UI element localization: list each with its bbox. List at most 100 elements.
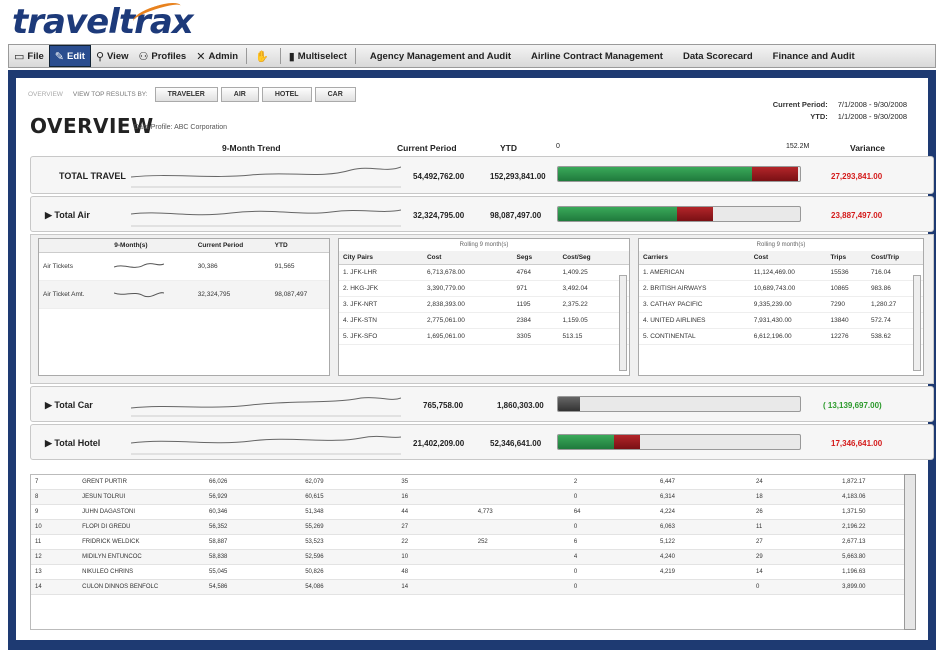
table-cell: 44	[397, 504, 474, 520]
table-cell: 6,314	[655, 489, 753, 505]
tab-hotel[interactable]: HOTEL	[261, 86, 312, 102]
table-cell: 12	[31, 549, 79, 565]
traveltrax-logo: traveltrax	[12, 0, 194, 42]
table-row[interactable]: 4. UNITED AIRLINES 7,931,430.00 13840 572.7…	[639, 312, 923, 329]
search-icon: ⚲	[95, 50, 105, 63]
table-cell: 64	[569, 504, 656, 520]
table-row[interactable]: 3. CATHAY PACIFIC 9,335,239.00 7290 1,280.2…	[639, 296, 923, 313]
table-row[interactable]: 1. AMERICAN 11,124,469.00 15536 716.04	[639, 264, 923, 281]
tab-traveler[interactable]: TRAVELER	[154, 86, 218, 102]
table-row[interactable]: 11 FRIDRICK WELDICK 58,887 53,523 22 252 6 5,12…	[31, 534, 915, 550]
summary-ytd: 1,860,303.00	[497, 401, 544, 410]
table-cell: 35	[397, 475, 474, 490]
tab-car[interactable]: CAR	[314, 86, 356, 102]
summary-total-travel: TOTAL TRAVEL 54,492,762.00 152,293,841.0…	[30, 156, 934, 194]
summary-current: 21,402,209.00	[413, 439, 465, 448]
table-cell: 56,929	[205, 489, 302, 505]
module-data-scorecard[interactable]: Data Scorecard	[678, 46, 758, 66]
col-ytd: YTD	[270, 239, 329, 253]
table-cell	[473, 475, 570, 490]
col-trips: Trips	[826, 251, 867, 265]
traveler-scrollbar[interactable]	[904, 474, 916, 630]
city-pairs-scrollbar[interactable]	[619, 275, 627, 371]
trend-sparkline	[131, 209, 401, 227]
bar-green-segment	[558, 435, 614, 449]
table-cell: 252	[473, 534, 570, 550]
table-row[interactable]: 2. BRITISH AIRWAYS 10,689,743.00 10865 983.…	[639, 280, 923, 297]
menu-view[interactable]: ⚲ View	[91, 46, 134, 66]
air-tickets-box: 9-Month(s) Current Period YTD Air Tickets 3…	[38, 238, 330, 376]
tab-overview[interactable]: OVERVIEW	[28, 91, 63, 98]
table-row[interactable]: 4. JFK-STN 2,775,061.00 2384 1,159.05	[339, 312, 629, 329]
menu-admin[interactable]: ✕ Admin	[191, 46, 243, 66]
expand-icon[interactable]: ▶	[45, 400, 54, 410]
col-segs: Segs	[512, 251, 559, 265]
col-cost-seg: Cost/Seg	[558, 251, 629, 265]
table-row[interactable]: 14 CULON DINNOS BENFOLC 54,586 54,086 14 0 0 3,…	[31, 579, 915, 595]
summary-total-car[interactable]: ▶ Total Car 765,758.00 1,860,303.00 ( 13…	[30, 386, 934, 422]
summary-total-air[interactable]: ▶ Total Air 32,324,795.00 98,087,497.00 …	[30, 196, 934, 232]
summary-ytd: 52,346,641.00	[490, 439, 542, 448]
expand-icon[interactable]: ▶	[45, 438, 54, 448]
hand-tool[interactable]: ✋	[250, 46, 277, 66]
col-current: Current Period	[397, 143, 457, 153]
table-row[interactable]: 1. JFK-LHR 6,713,678.00 4764 1,409.25	[339, 264, 629, 281]
table-cell: 14	[31, 579, 79, 595]
table-cell: 29	[752, 549, 839, 565]
row-current: 30,386	[193, 252, 271, 281]
table-cell	[473, 519, 570, 535]
col-current: Current Period	[193, 239, 271, 253]
mini-sparkline	[110, 280, 194, 309]
carriers-table: Carriers Cost Trips Cost/Trip 1. AMERICAN 11…	[639, 251, 923, 345]
table-cell: 26	[752, 504, 839, 520]
menu-file[interactable]: ▭ File	[9, 46, 49, 66]
expand-icon[interactable]: ▶	[45, 210, 54, 220]
table-row[interactable]: 12 MIDILYN ENTUNCOC 58,838 52,596 10 4 4,240 29…	[31, 549, 915, 565]
table-row[interactable]: 13 NIKULEO CHRINS 55,045 50,826 48 0 4,219 14 1,…	[31, 564, 915, 580]
table-row[interactable]: 10 FLOPI DI GREDU 56,352 55,269 27 0 6,063 11 2,…	[31, 519, 915, 535]
bar-red-segment	[613, 435, 641, 449]
menu-multiselect[interactable]: ▮ Multiselect	[284, 46, 352, 66]
current-period-label: Current Period:	[772, 100, 828, 109]
table-cell: 62,079	[301, 475, 398, 490]
table-cell: CULON DINNOS BENFOLC	[78, 579, 206, 595]
table-row[interactable]: 8 JESUN TOLRUI 56,929 60,615 16 0 6,314 18 4,183…	[31, 489, 915, 505]
table-row[interactable]: 5. JFK-SFO 1,695,061.00 3305 513.15	[339, 328, 629, 345]
table-cell: 27	[397, 519, 474, 535]
module-agency-audit[interactable]: Agency Management and Audit	[365, 46, 516, 66]
module-airline-contract[interactable]: Airline Contract Management	[526, 46, 668, 66]
table-cell	[473, 579, 570, 595]
row-current: 32,324,795	[193, 280, 271, 309]
menu-profiles[interactable]: ⚇ Profiles	[134, 46, 192, 66]
table-cell: FRIDRICK WELDICK	[78, 534, 206, 550]
table-row[interactable]: 9 JUHN DAGASTONI 60,346 51,348 44 4,773 64 4,22…	[31, 504, 915, 520]
table-cell: 56,352	[205, 519, 302, 535]
table-cell: NIKULEO CHRINS	[78, 564, 206, 580]
table-cell: 6,447	[655, 475, 753, 490]
table-row[interactable]: 5. CONTINENTAL 6,612,196.00 12276 538.62	[639, 328, 923, 345]
table-cell: 7	[31, 475, 79, 490]
table-cell: 51,348	[301, 504, 398, 520]
menu-edit[interactable]: ✎ Edit	[48, 45, 91, 67]
summary-total-hotel[interactable]: ▶ Total Hotel 21,402,209.00 52,346,641.0…	[30, 424, 934, 460]
hand-icon: ✋	[255, 50, 269, 63]
module-finance-audit[interactable]: Finance and Audit	[768, 46, 860, 66]
table-cell: 5,122	[655, 534, 753, 550]
table-row[interactable]: 3. JFK-NRT 2,838,393.00 1195 2,375.22	[339, 296, 629, 313]
table-row[interactable]: 7 GRENT PURTIR 66,026 62,079 35 2 6,447 24 1,872…	[31, 475, 915, 490]
table-cell: 55,269	[301, 519, 398, 535]
row-label: Air Tickets	[39, 252, 111, 281]
col-ytd: YTD	[500, 143, 517, 153]
tab-air[interactable]: AIR	[220, 86, 259, 102]
table-row[interactable]: 2. HKG-JFK 3,390,779.00 971 3,492.04	[339, 280, 629, 297]
bar-green-segment	[558, 167, 752, 181]
admin-icon: ✕	[196, 50, 206, 63]
table-cell: JESUN TOLRUI	[78, 489, 206, 505]
summary-variance: ( 13,139,697.00)	[823, 401, 882, 410]
carriers-scrollbar[interactable]	[913, 275, 921, 371]
table-cell: 4	[569, 549, 656, 565]
table-cell: 10	[397, 549, 474, 565]
col-cost-trip: Cost/Trip	[866, 251, 923, 265]
table-cell: 0	[569, 579, 656, 595]
col-variance: Variance	[850, 143, 885, 153]
